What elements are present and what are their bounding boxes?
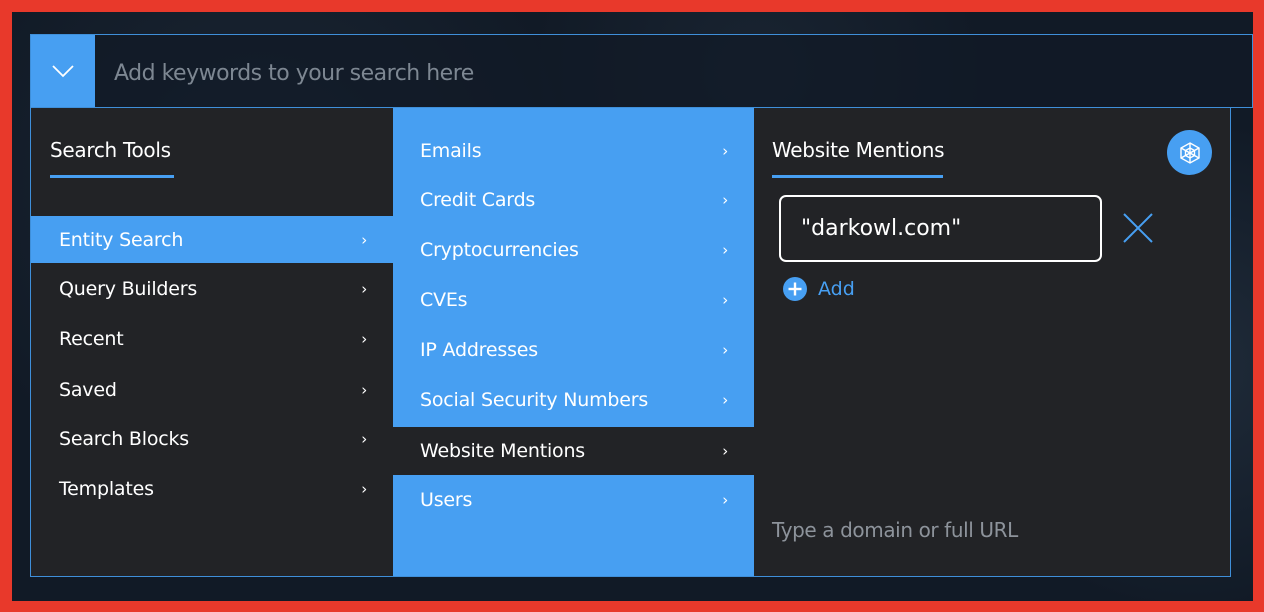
menu-item-label: Entity Search: [59, 228, 184, 251]
menu-item-label: Recent: [59, 327, 124, 350]
entity-item-credit-cards[interactable]: Credit Cards ›: [393, 176, 754, 224]
entity-item-cryptocurrencies[interactable]: Cryptocurrencies ›: [393, 226, 754, 274]
website-mentions-underline: [772, 175, 943, 178]
chevron-right-icon: ›: [722, 291, 728, 309]
chevron-right-icon: ›: [722, 241, 728, 259]
menu-item-label: Query Builders: [59, 277, 198, 300]
chevron-right-icon: ›: [361, 279, 367, 298]
menu-item-recent[interactable]: Recent ›: [31, 315, 393, 362]
plus-circle-icon: [783, 277, 807, 301]
entity-item-label: Social Security Numbers: [420, 389, 649, 411]
add-label: Add: [818, 278, 855, 300]
network-graph-button[interactable]: [1167, 130, 1212, 175]
chevron-right-icon: ›: [361, 479, 367, 498]
search-tools-underline: [50, 175, 174, 178]
entity-item-label: Website Mentions: [420, 440, 585, 462]
search-input[interactable]: [112, 52, 1216, 94]
entity-item-emails[interactable]: Emails ›: [393, 127, 754, 175]
entity-item-label: IP Addresses: [420, 339, 538, 361]
chevron-right-icon: ›: [361, 230, 367, 249]
menu-item-search-blocks[interactable]: Search Blocks ›: [31, 415, 393, 462]
chevron-right-icon: ›: [722, 442, 728, 460]
chevron-right-icon: ›: [722, 491, 728, 509]
entity-item-label: Credit Cards: [420, 189, 536, 211]
menu-item-query-builders[interactable]: Query Builders ›: [31, 265, 393, 312]
chevron-right-icon: ›: [361, 380, 367, 399]
chevron-right-icon: ›: [722, 341, 728, 359]
entity-item-social-security-numbers[interactable]: Social Security Numbers ›: [393, 376, 754, 424]
menu-item-entity-search[interactable]: Entity Search ›: [31, 216, 393, 263]
entity-item-users[interactable]: Users ›: [393, 476, 754, 524]
chevron-down-icon: [52, 65, 74, 78]
entity-item-label: Users: [420, 489, 473, 511]
entity-item-website-mentions[interactable]: Website Mentions ›: [393, 427, 754, 475]
network-icon: [1179, 141, 1200, 164]
entity-item-label: Emails: [420, 140, 482, 162]
entity-item-cves[interactable]: CVEs ›: [393, 276, 754, 324]
search-tools-heading: Search Tools: [50, 138, 171, 162]
clear-domain-button[interactable]: [1121, 211, 1155, 245]
website-mentions-column: [754, 108, 1230, 576]
close-icon: [1123, 213, 1153, 243]
menu-item-saved[interactable]: Saved ›: [31, 366, 393, 413]
chevron-right-icon: ›: [361, 329, 367, 348]
search-tools-toggle-button[interactable]: [31, 35, 95, 107]
chevron-right-icon: ›: [722, 391, 728, 409]
menu-item-label: Templates: [59, 477, 154, 500]
chevron-right-icon: ›: [722, 191, 728, 209]
entity-item-label: Cryptocurrencies: [420, 239, 579, 261]
domain-input[interactable]: [779, 195, 1102, 262]
entity-item-label: CVEs: [420, 289, 468, 311]
website-mentions-heading: Website Mentions: [772, 138, 945, 162]
chevron-right-icon: ›: [361, 429, 367, 448]
menu-item-label: Saved: [59, 378, 117, 401]
menu-item-templates[interactable]: Templates ›: [31, 465, 393, 512]
menu-item-label: Search Blocks: [59, 427, 190, 450]
add-domain-button[interactable]: Add: [782, 275, 855, 303]
chevron-right-icon: ›: [722, 142, 728, 160]
domain-hint-text: Type a domain or full URL: [772, 518, 1018, 542]
entity-item-ip-addresses[interactable]: IP Addresses ›: [393, 326, 754, 374]
